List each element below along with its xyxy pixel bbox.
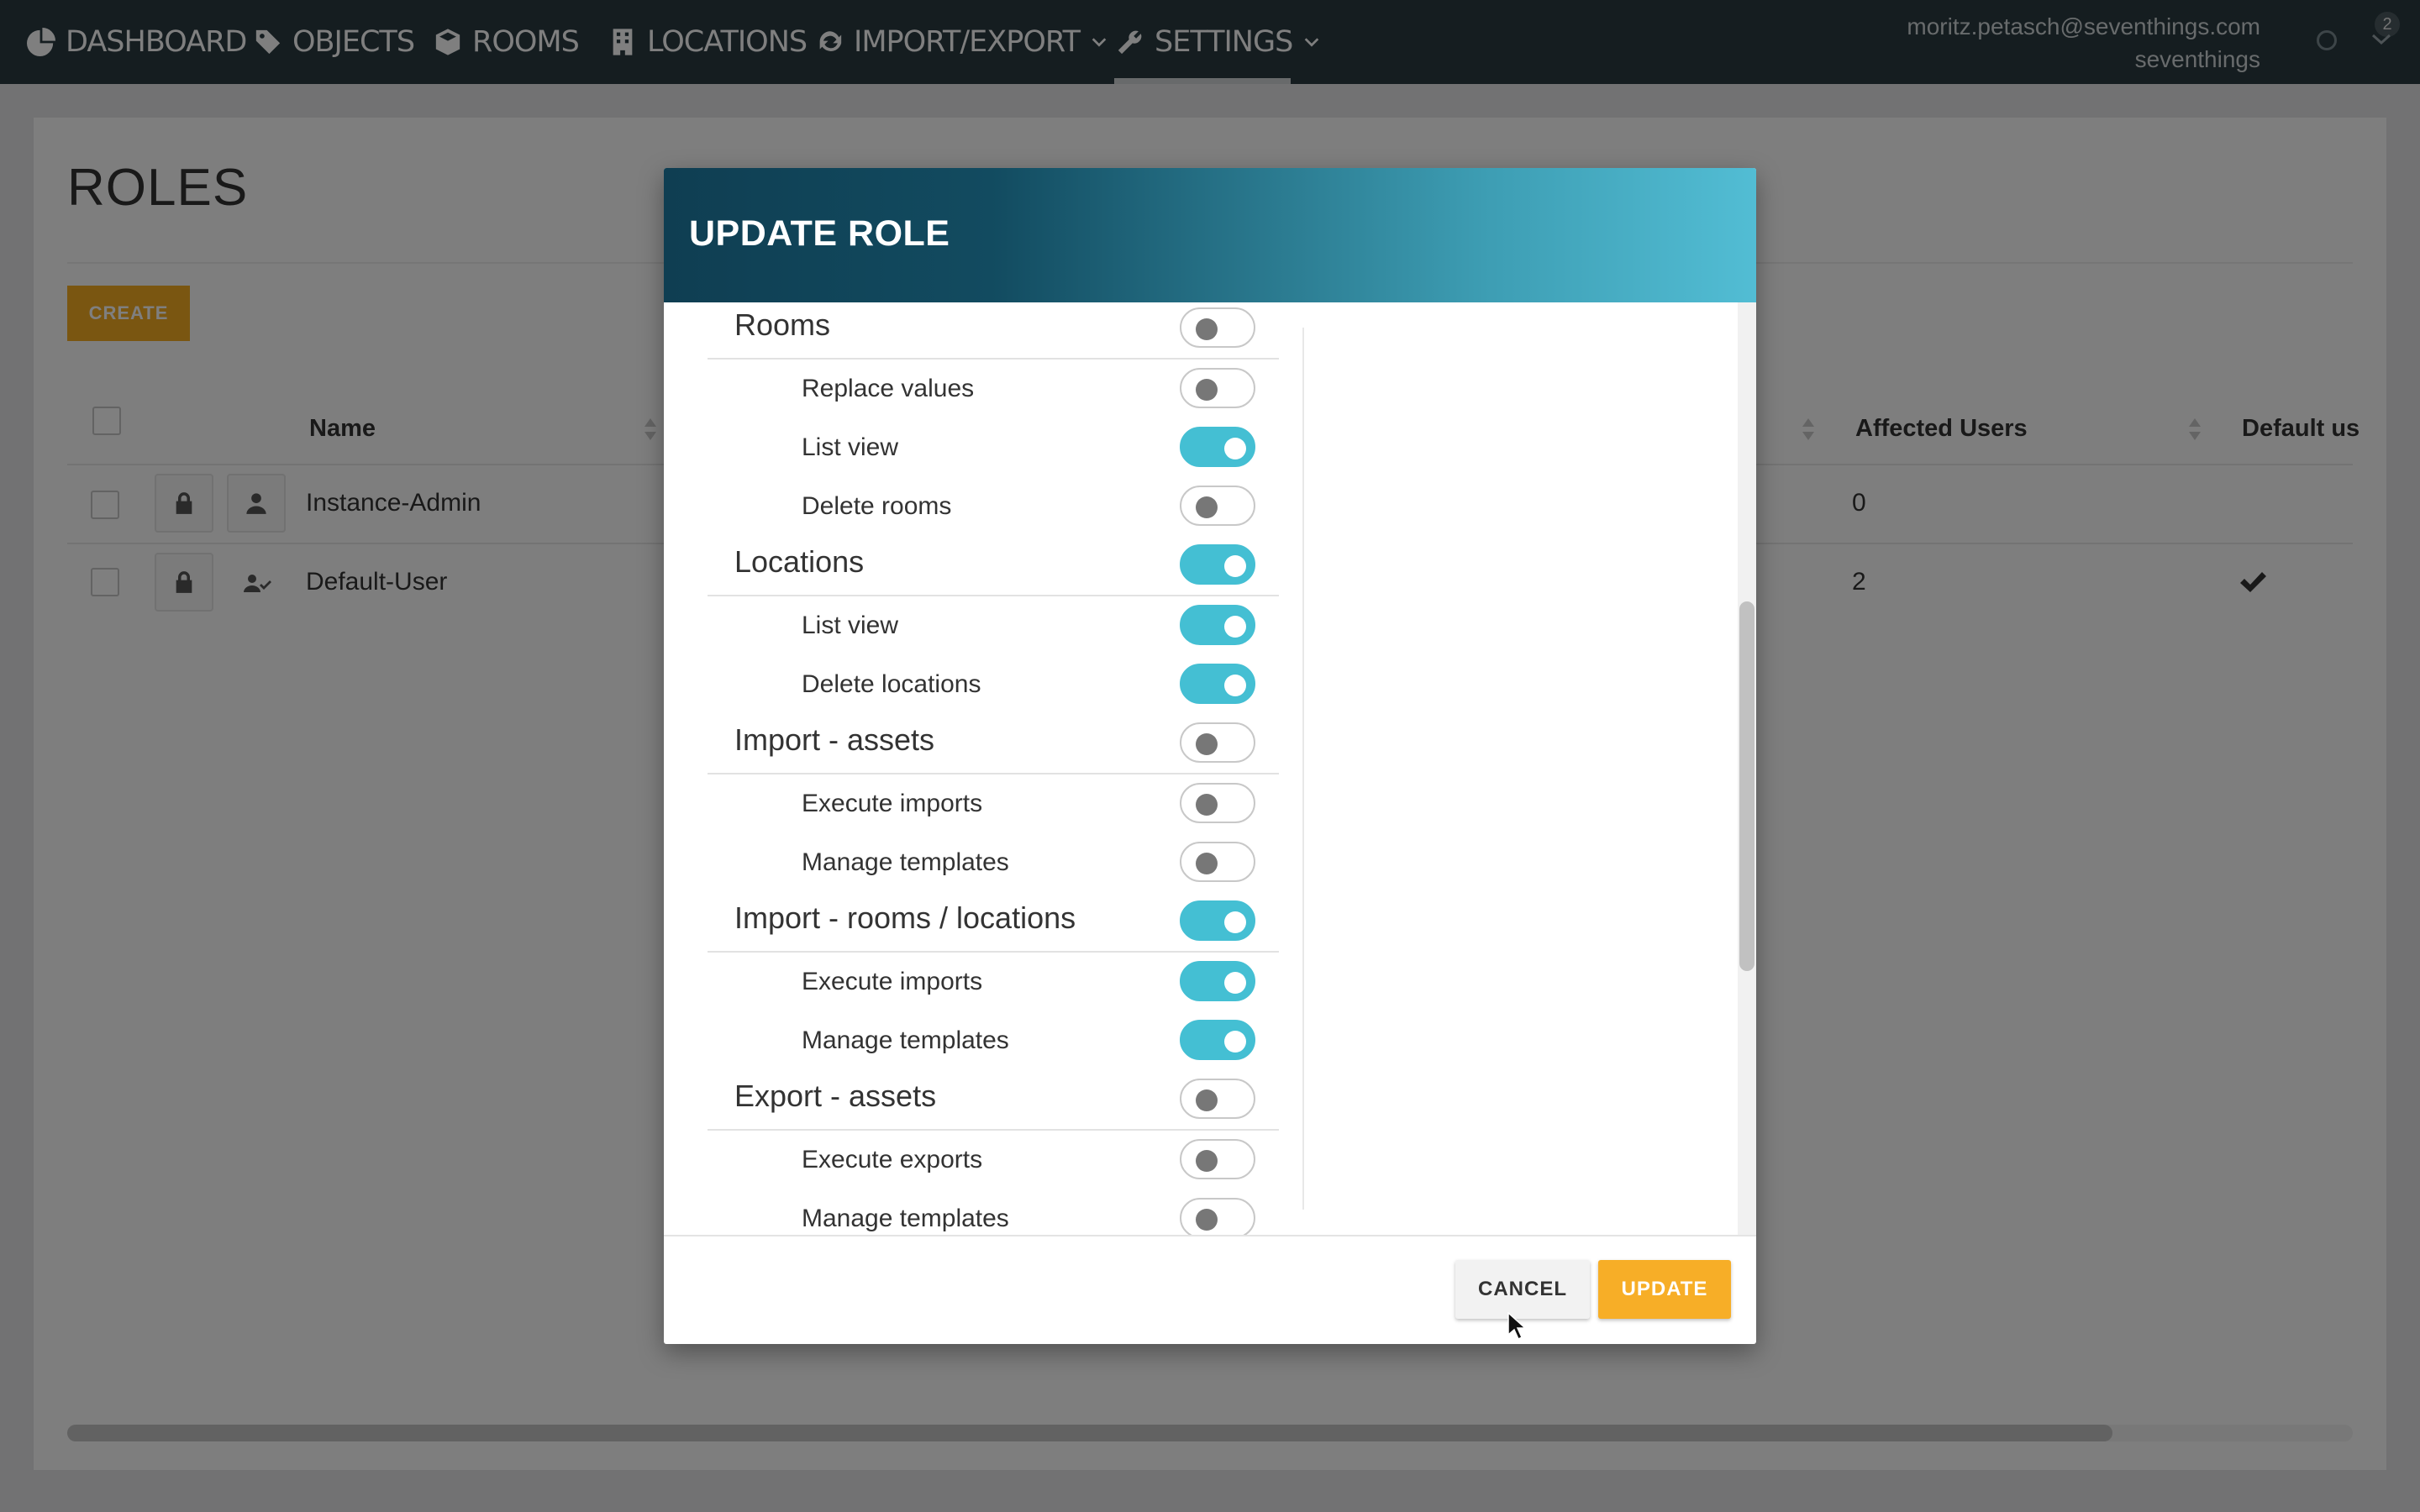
- permission-label: List view: [802, 612, 899, 639]
- permission-toggle[interactable]: [1180, 783, 1255, 823]
- permission-label: Delete rooms: [802, 492, 952, 520]
- permission-label: Replace values: [802, 375, 975, 402]
- permission-category-label: Import - assets: [734, 722, 935, 757]
- permission-toggle[interactable]: [1180, 900, 1255, 941]
- divider: [708, 595, 1279, 596]
- divider: [664, 1235, 1756, 1236]
- permission-toggle[interactable]: [1180, 1198, 1255, 1235]
- permission-label: Execute exports: [802, 1146, 983, 1173]
- permission-toggle[interactable]: [1180, 544, 1255, 585]
- permission-label: Delete locations: [802, 670, 981, 698]
- update-role-dialog: UPDATE ROLE Rooms Replace values List vi…: [664, 168, 1756, 1344]
- vertical-scrollbar-thumb[interactable]: [1739, 601, 1754, 971]
- permission-label: Execute imports: [802, 790, 983, 817]
- dialog-title: UPDATE ROLE: [689, 213, 950, 254]
- divider: [708, 951, 1279, 953]
- permission-category-label: Rooms: [734, 307, 831, 342]
- permission-category-label: Export - assets: [734, 1079, 937, 1113]
- permission-toggle[interactable]: [1180, 486, 1255, 526]
- permission-label: Manage templates: [802, 848, 1009, 876]
- mouse-cursor-icon: [1507, 1312, 1526, 1341]
- toggle-knob: [1196, 496, 1218, 518]
- permission-toggle[interactable]: [1180, 1139, 1255, 1179]
- permission-toggle[interactable]: [1180, 1079, 1255, 1119]
- toggle-knob: [1196, 1150, 1218, 1172]
- toggle-knob: [1224, 972, 1246, 994]
- toggle-knob: [1224, 1031, 1246, 1053]
- cancel-button[interactable]: CANCEL: [1455, 1260, 1590, 1319]
- toggle-knob: [1196, 318, 1218, 340]
- permission-toggle[interactable]: [1180, 961, 1255, 1001]
- permission-toggle[interactable]: [1180, 427, 1255, 467]
- divider: [708, 358, 1279, 360]
- permission-category-label: Import - rooms / locations: [734, 900, 1076, 935]
- toggle-knob: [1196, 379, 1218, 401]
- toggle-knob: [1196, 1209, 1218, 1231]
- toggle-knob: [1196, 794, 1218, 816]
- permission-label: Manage templates: [802, 1026, 1009, 1054]
- permission-toggle[interactable]: [1180, 664, 1255, 704]
- divider: [708, 1129, 1279, 1131]
- permission-label: List view: [802, 433, 899, 461]
- permission-toggle[interactable]: [1180, 605, 1255, 645]
- divider: [1302, 328, 1304, 1210]
- permission-category-label: Locations: [734, 544, 865, 579]
- permission-toggle[interactable]: [1180, 307, 1255, 348]
- toggle-knob: [1196, 1089, 1218, 1111]
- permission-toggle[interactable]: [1180, 368, 1255, 408]
- permission-label: Manage templates: [802, 1205, 1009, 1232]
- toggle-knob: [1224, 616, 1246, 638]
- permission-toggle[interactable]: [1180, 1020, 1255, 1060]
- permission-toggle[interactable]: [1180, 722, 1255, 763]
- divider: [708, 773, 1279, 774]
- dialog-header: UPDATE ROLE: [664, 168, 1756, 302]
- toggle-knob: [1196, 853, 1218, 874]
- permission-toggle[interactable]: [1180, 842, 1255, 882]
- toggle-knob: [1196, 733, 1218, 755]
- toggle-knob: [1224, 555, 1246, 577]
- toggle-knob: [1224, 438, 1246, 459]
- permission-label: Execute imports: [802, 968, 983, 995]
- update-button[interactable]: UPDATE: [1598, 1260, 1731, 1319]
- toggle-knob: [1224, 911, 1246, 933]
- dialog-body: Rooms Replace values List view Delete ro…: [664, 302, 1756, 1235]
- toggle-knob: [1224, 675, 1246, 696]
